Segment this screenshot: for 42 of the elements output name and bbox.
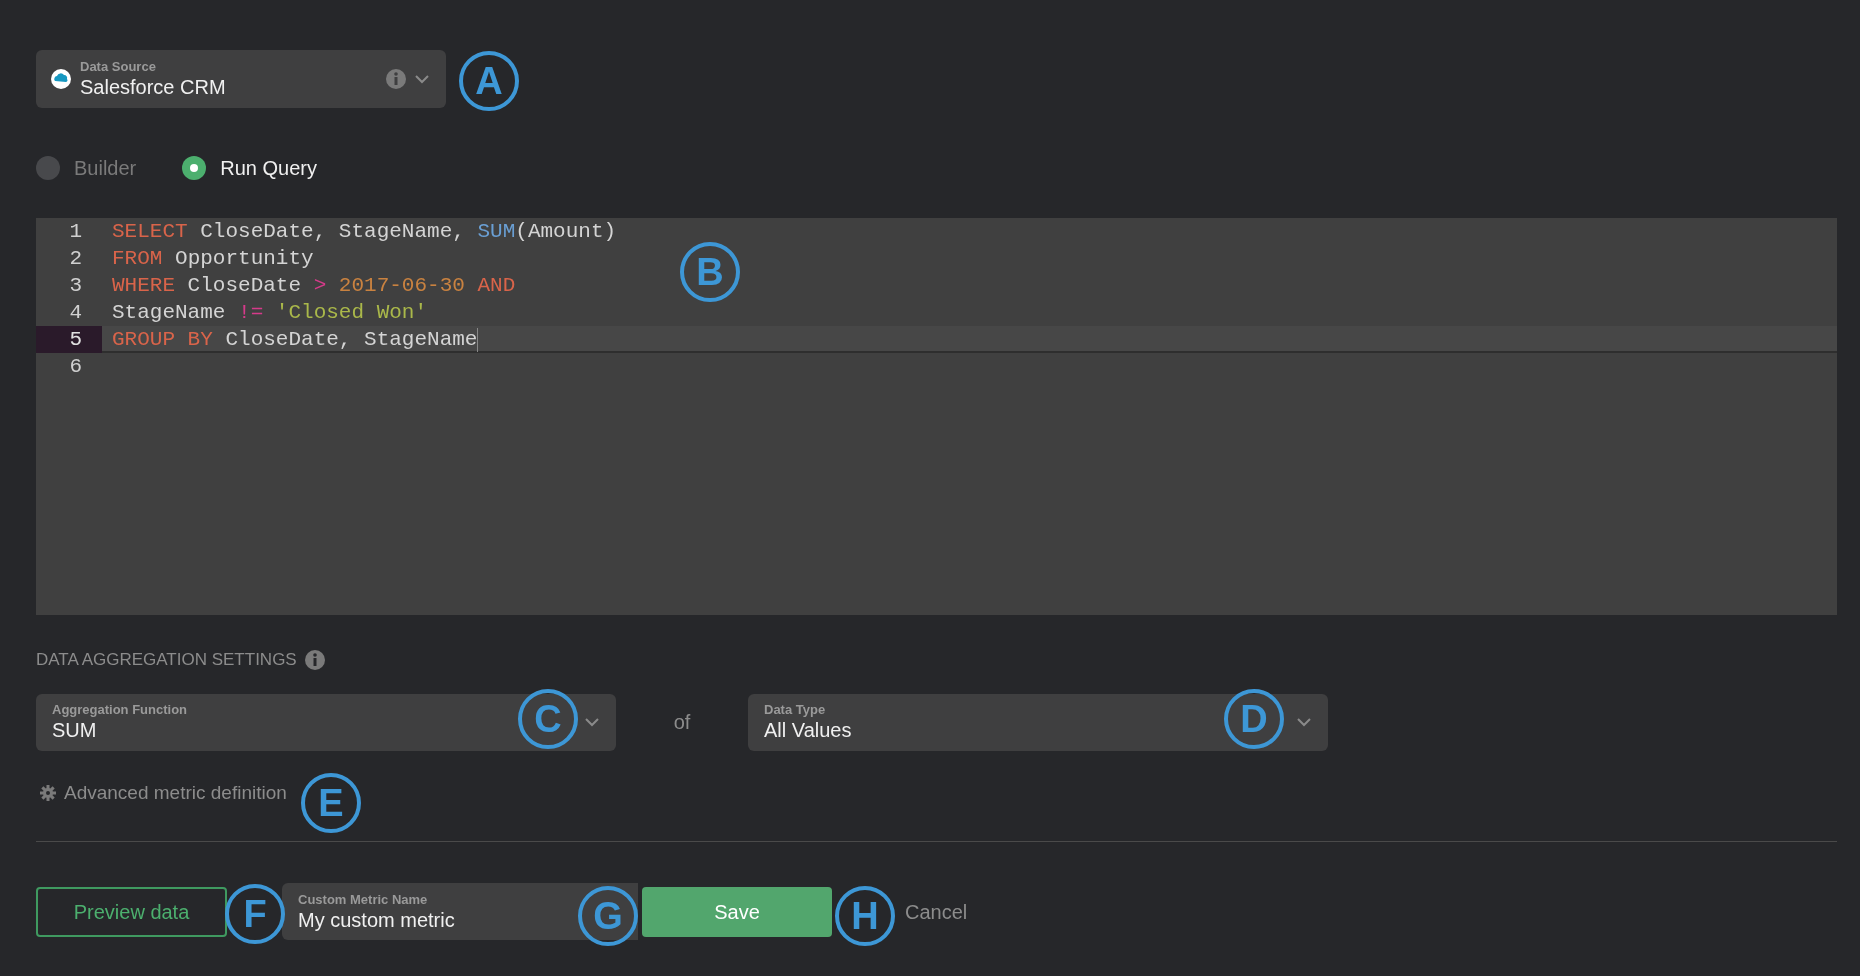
info-icon[interactable]	[386, 69, 406, 89]
radio-button[interactable]	[182, 156, 207, 180]
field-label: Custom Metric Name	[298, 891, 429, 908]
callout-marker: C	[518, 689, 578, 749]
field-label: Data Source	[80, 59, 157, 75]
code-line: FROM Opportunity	[112, 246, 314, 272]
chevron-down-icon	[414, 74, 430, 84]
gear-icon	[40, 784, 56, 801]
callout-marker: D	[1224, 689, 1284, 749]
chevron-down-icon	[1296, 717, 1312, 727]
code-line: GROUP BY CloseDate, StageName	[112, 327, 478, 351]
advanced-metric-link[interactable]: Advanced metric definition	[64, 778, 287, 807]
callout-marker: G	[578, 886, 638, 946]
radio-label[interactable]: Run Query	[220, 153, 317, 183]
radio-button[interactable]	[36, 156, 60, 180]
field-value: Salesforce CRM	[80, 75, 227, 99]
callout-marker: F	[225, 884, 285, 944]
section-heading: DATA AGGREGATION SETTINGS	[36, 649, 297, 671]
cancel-link[interactable]: Cancel	[905, 896, 968, 927]
code-line: WHERE CloseDate > 2017-06-30 AND	[112, 273, 516, 299]
line-number: 2	[69, 247, 82, 270]
callout-marker: A	[459, 51, 519, 111]
preview-data-button[interactable]: Preview data	[36, 886, 227, 937]
data-source-dropdown[interactable]: Data Source Salesforce CRM	[36, 50, 446, 108]
cloud-logo-icon	[50, 68, 72, 90]
callout-marker: H	[835, 886, 895, 946]
line-number: 4	[69, 301, 82, 324]
line-number: 1	[69, 220, 82, 243]
code-line: StageName != 'Closed Won'	[112, 300, 428, 326]
chevron-down-icon	[584, 717, 600, 727]
field-value: SUM	[52, 718, 97, 742]
field-value: All Values	[764, 718, 852, 742]
callout-marker: B	[680, 242, 740, 302]
connector-text: of	[672, 710, 692, 735]
line-number: 5	[69, 328, 82, 351]
code-line: SELECT CloseDate, StageName, SUM(Amount)	[112, 219, 617, 245]
line-number: 3	[69, 274, 82, 297]
info-icon[interactable]	[304, 649, 325, 670]
field-label: Aggregation Function	[52, 702, 188, 718]
field-label: Data Type	[764, 702, 826, 718]
line-number: 6	[69, 355, 82, 378]
callout-marker: E	[301, 773, 361, 833]
